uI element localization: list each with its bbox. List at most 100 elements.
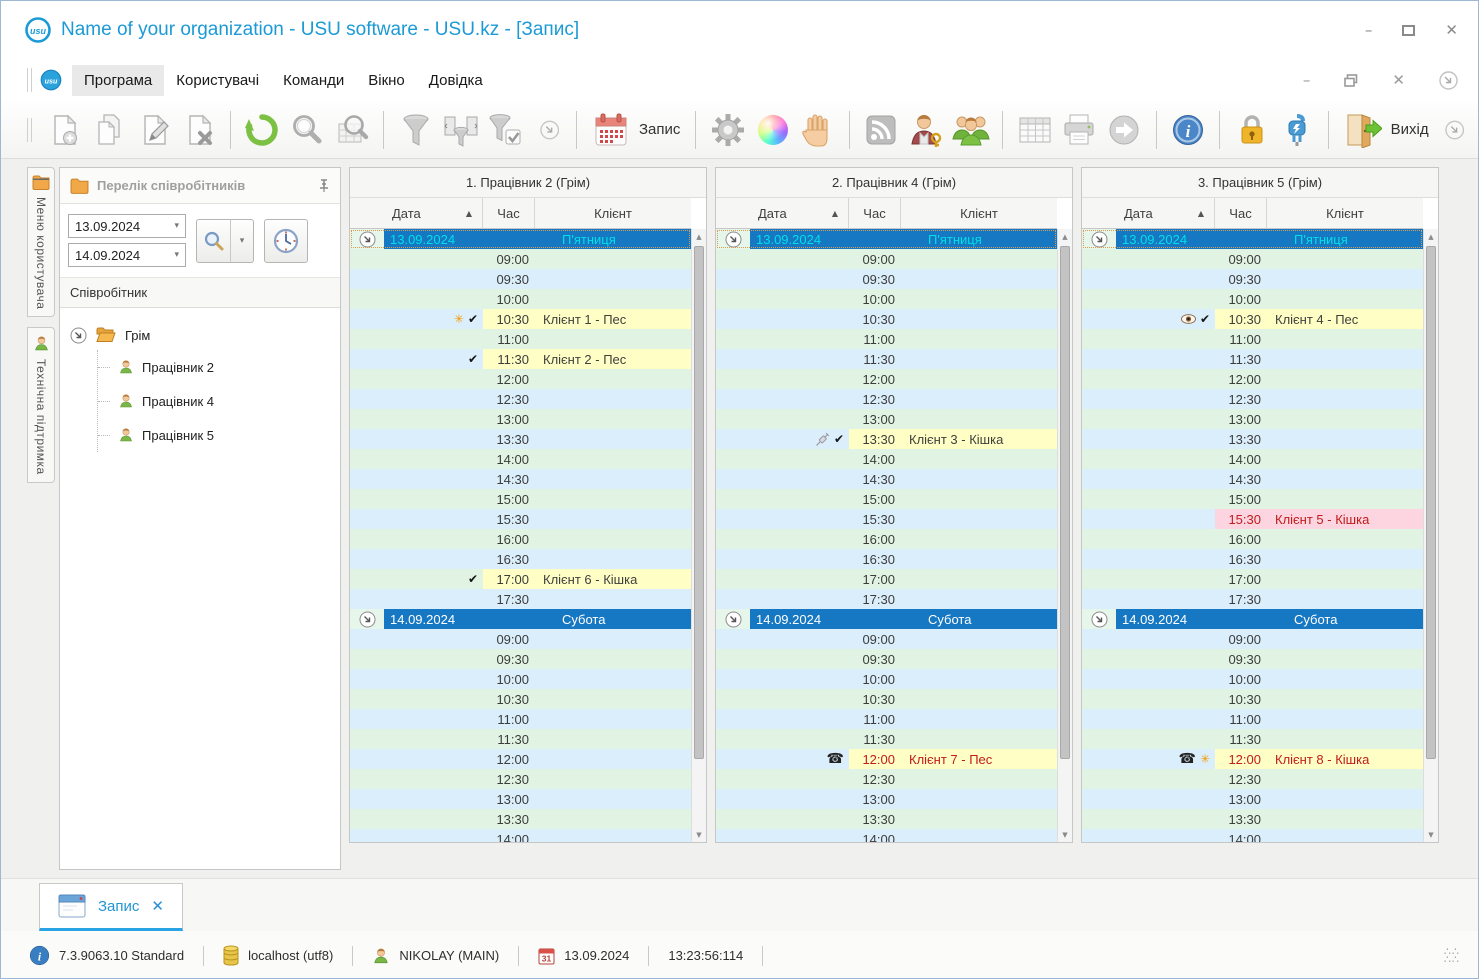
time-slot-row[interactable]: 15:00 (716, 489, 1057, 509)
time-slot-row[interactable]: 10:30 (1082, 689, 1423, 709)
time-slot-row[interactable]: 11:30 (350, 729, 691, 749)
time-slot-row[interactable]: 13:00 (1082, 789, 1423, 809)
search-button[interactable] (287, 107, 328, 153)
time-slot-row[interactable]: 12:00 (350, 749, 691, 769)
date-row[interactable]: 13.09.2024 П'ятниця (1082, 229, 1423, 249)
time-slot-row[interactable]: 12:30 (350, 769, 691, 789)
delete-record-button[interactable] (178, 107, 219, 153)
sidebar-tab-tech-support[interactable]: Технічна підтримка (27, 327, 55, 484)
time-slot-row[interactable]: 14:00 (350, 829, 691, 842)
time-slot-row[interactable]: 15:00 (1082, 489, 1423, 509)
exit-button[interactable] (1340, 107, 1385, 153)
time-slot-row[interactable]: 12:30 (1082, 389, 1423, 409)
time-slot-row[interactable]: 11:00 (1082, 329, 1423, 349)
time-slot-row[interactable]: 09:00 (1082, 629, 1423, 649)
time-slot-row[interactable]: 17:00 (716, 569, 1057, 589)
column-header-client[interactable]: Клієнт (1267, 198, 1423, 228)
time-slot-row[interactable]: 17:30 (1082, 589, 1423, 609)
add-record-button[interactable] (44, 107, 85, 153)
time-slot-row[interactable]: 14:00 (1082, 829, 1423, 842)
lock-button[interactable] (1231, 107, 1272, 153)
time-slot-row[interactable]: 13:00 (716, 789, 1057, 809)
tree-item-employee[interactable]: Працівник 4 (98, 384, 330, 418)
time-slot-row[interactable]: 14:30 (350, 469, 691, 489)
time-slot-row[interactable]: 11:00 (350, 709, 691, 729)
time-slot-row[interactable]: 11:00 (716, 329, 1057, 349)
time-slot-row[interactable]: 10:00 (1082, 289, 1423, 309)
time-slot-row[interactable]: 12:30 (1082, 769, 1423, 789)
scroll-down-icon[interactable]: ▼ (1424, 827, 1438, 842)
time-slot-row[interactable]: 13:30 (716, 809, 1057, 829)
color-theme-button[interactable] (752, 107, 793, 153)
info-button[interactable]: i (1168, 107, 1209, 153)
appointment-row[interactable]: ✔ 11:30 Клієнт 2 - Пес (350, 349, 691, 369)
filter-button[interactable] (395, 107, 436, 153)
scrollbar-thumb[interactable] (1426, 246, 1436, 760)
time-slot-row[interactable]: 13:30 (1082, 809, 1423, 829)
time-slot-row[interactable]: 16:00 (716, 529, 1057, 549)
mdi-minimize-button[interactable]: – (1303, 72, 1311, 88)
time-slot-row[interactable]: 13:00 (350, 409, 691, 429)
date-row[interactable]: 14.09.2024 Субота (716, 609, 1057, 629)
tree-item-employee[interactable]: Працівник 2 (98, 350, 330, 384)
column-header-date[interactable]: Дата ▲ (1082, 198, 1215, 228)
search-table-button[interactable] (332, 107, 373, 153)
scrollbar[interactable]: ▲ ▼ (1057, 229, 1072, 842)
users-group-button[interactable] (950, 107, 991, 153)
tree-item-employee[interactable]: Працівник 5 (98, 418, 330, 452)
time-slot-row[interactable]: 09:00 (716, 249, 1057, 269)
menu-item[interactable]: Довідка (417, 65, 495, 96)
expand-icon[interactable] (725, 611, 742, 628)
close-button[interactable]: ✕ (1445, 22, 1458, 38)
expand-icon[interactable] (1091, 231, 1108, 248)
table-grid-button[interactable] (1014, 107, 1055, 153)
tree-column-header[interactable]: Співробітник (60, 278, 340, 308)
chevron-down-icon[interactable]: ▾ (231, 220, 253, 262)
time-slot-row[interactable]: 16:00 (1082, 529, 1423, 549)
scroll-up-icon[interactable]: ▲ (692, 229, 706, 244)
time-slot-row[interactable]: 14:00 (716, 449, 1057, 469)
tab-close-icon[interactable]: ✕ (151, 897, 164, 915)
mdi-restore-button[interactable] (1344, 73, 1358, 87)
toolbar-grip[interactable] (27, 68, 32, 92)
toolbar-chevron-button[interactable] (540, 120, 560, 140)
time-slot-row[interactable]: 17:30 (350, 589, 691, 609)
column-header-time[interactable]: Час (1215, 198, 1267, 228)
scrollbar-thumb[interactable] (1060, 246, 1070, 760)
menu-chevron-button[interactable] (1439, 70, 1458, 90)
time-slot-row[interactable]: 09:30 (716, 269, 1057, 289)
expand-icon[interactable] (359, 611, 376, 628)
time-slot-row[interactable]: 12:00 (716, 369, 1057, 389)
search-employees-button[interactable]: ▾ (196, 218, 254, 263)
time-slot-row[interactable]: 15:30 (350, 509, 691, 529)
user-key-button[interactable] (906, 107, 947, 153)
time-slot-row[interactable]: 10:30 (716, 309, 1057, 329)
time-slot-row[interactable]: 11:00 (1082, 709, 1423, 729)
date-row[interactable]: 13.09.2024 П'ятниця (716, 229, 1057, 249)
minimize-button[interactable]: – (1365, 22, 1373, 38)
time-slot-row[interactable]: 11:30 (1082, 729, 1423, 749)
time-slot-row[interactable]: 11:30 (1082, 349, 1423, 369)
appointment-row[interactable]: ✔ 17:00 Клієнт 6 - Кішка (350, 569, 691, 589)
refresh-button[interactable] (242, 107, 283, 153)
expand-icon[interactable] (725, 231, 742, 248)
time-slot-row[interactable]: 09:30 (350, 649, 691, 669)
sidebar-tab-user-menu[interactable]: Меню користувача (27, 167, 55, 318)
date-from-input[interactable]: 13.09.2024 ▾ (68, 214, 186, 238)
tree-group-row[interactable]: Грім (70, 322, 330, 348)
time-slot-row[interactable]: 14:30 (1082, 469, 1423, 489)
toolbar-chevron-button-2[interactable] (1444, 120, 1464, 140)
time-slot-row[interactable]: 12:00 (1082, 369, 1423, 389)
mdi-close-button[interactable]: ✕ (1392, 72, 1405, 88)
plug-connection-button[interactable] (1276, 107, 1317, 153)
appointment-row[interactable]: ✔ 13:30 Клієнт 3 - Кішка (716, 429, 1057, 449)
time-slot-row[interactable]: 10:30 (716, 689, 1057, 709)
time-slot-row[interactable]: 09:00 (350, 249, 691, 269)
time-slot-row[interactable]: 12:30 (716, 389, 1057, 409)
time-slot-row[interactable]: 16:30 (350, 549, 691, 569)
date-row[interactable]: 14.09.2024 Субота (350, 609, 691, 629)
time-slot-row[interactable]: 11:30 (716, 349, 1057, 369)
menu-item[interactable]: Команди (271, 65, 356, 96)
column-header-time[interactable]: Час (849, 198, 901, 228)
record-view-button[interactable] (588, 107, 633, 153)
